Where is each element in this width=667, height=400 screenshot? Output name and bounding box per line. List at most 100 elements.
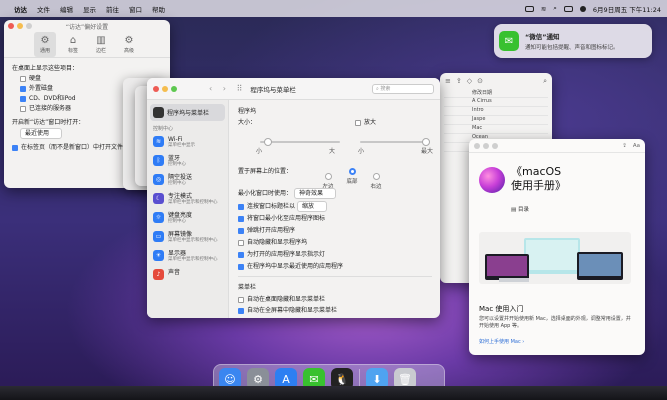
sidebar-item[interactable]: ☼ 键盘亮度 控制中心 <box>150 210 225 229</box>
sidebar-item[interactable]: ♪ 声音 <box>150 267 225 286</box>
siri-icon[interactable] <box>579 5 586 12</box>
menu-edit[interactable]: 编辑 <box>60 4 73 14</box>
more-icon[interactable]: ⊙ <box>477 77 483 85</box>
dock-icon <box>153 107 164 118</box>
open-in-tabs-checkbox[interactable] <box>12 144 18 151</box>
autohide-dock-checkbox[interactable] <box>238 239 244 246</box>
share-icon[interactable]: ⇪ <box>456 77 462 85</box>
menu-file[interactable]: 文件 <box>37 4 50 14</box>
tag-icon: ⌂ <box>69 35 77 46</box>
minimize-effect-select[interactable]: 神奇效果 <box>293 188 336 199</box>
sidebar-item-dock[interactable]: 程序坞与菜单栏 <box>150 104 225 121</box>
battery-icon[interactable] <box>524 5 534 12</box>
autohide-menubar-fullscreen-checkbox[interactable] <box>238 307 244 314</box>
minimize-button[interactable] <box>483 142 489 149</box>
menu-bar: 访达 文件 编辑 显示 前往 窗口 帮助 ≋ ⌕ 6月9日周五 下午11:24 <box>0 0 667 17</box>
list-item[interactable]: Mac <box>444 125 548 134</box>
window-title: 程序坞与菜单栏 <box>250 85 296 94</box>
search-icon[interactable]: ⌕ <box>543 77 547 86</box>
divider <box>238 276 432 277</box>
external-disks-checkbox[interactable] <box>20 85 26 92</box>
getting-started-link[interactable]: 如何上手使用 Mac › <box>479 338 524 345</box>
macos-user-guide-window: ⇪ Aa 《macOS 使用手册》 ▤ 目录 Mac 使用入门 您可以设置并开始使用… <box>469 139 645 355</box>
position-bottom-radio[interactable] <box>348 168 356 175</box>
position-left-radio[interactable] <box>324 173 332 180</box>
wifi-status-icon[interactable]: ≋ <box>541 5 546 13</box>
sound-icon: ♪ <box>153 269 164 280</box>
column-header[interactable]: 修改日期 <box>444 89 548 98</box>
sidebar-item[interactable]: ◎ 隔空投送 控制中心 <box>150 172 225 191</box>
position-right-radio[interactable] <box>372 173 380 180</box>
sidebar-item[interactable]: ᛒ 蓝牙 控制中心 <box>150 153 225 172</box>
menu-view[interactable]: 显示 <box>83 4 96 14</box>
section-description: 您可以设置并开始使用新 Mac，选择桌面的外观，调整常用设置，并开始使用 App… <box>479 316 631 329</box>
tag-icon[interactable]: ◇ <box>467 77 472 85</box>
menu-help[interactable]: 帮助 <box>152 4 165 14</box>
double-click-select[interactable]: 缩放 <box>296 201 327 212</box>
double-click-checkbox[interactable] <box>238 203 244 210</box>
macos-logo-icon <box>479 167 505 193</box>
sidebar-item[interactable]: ☀ 显示器 菜单栏中显示和控制中心 <box>150 248 225 267</box>
focus-icon: ☾ <box>153 193 164 204</box>
sidebar-section-label: 控制中心 <box>153 126 174 132</box>
size-slider-knob[interactable] <box>264 138 272 146</box>
list-item[interactable]: A Cirrus <box>444 98 548 107</box>
advanced-gear-icon: ⚙ <box>124 35 134 46</box>
notification-title: “微信”通知 <box>525 33 560 41</box>
bluetooth-icon: ᛒ <box>153 155 164 166</box>
mac-devices-illustration <box>479 232 631 284</box>
close-button[interactable] <box>153 85 159 92</box>
minimize-to-app-checkbox[interactable] <box>238 215 244 222</box>
back-forward-icon[interactable]: ‹ › ⠿ <box>209 84 246 93</box>
tab-advanced[interactable]: ⚙ 高级 <box>118 32 140 57</box>
menu-go[interactable]: 前往 <box>106 4 119 14</box>
animate-opening-checkbox[interactable] <box>238 227 244 234</box>
close-button[interactable] <box>474 142 480 149</box>
dock-section-title: 程序坞 <box>238 108 257 115</box>
search-icon[interactable]: ⌕ <box>553 4 557 13</box>
airdrop-icon: ◎ <box>153 174 164 185</box>
sidebar-item[interactable]: ≋ Wi-Fi 菜单栏中显示 <box>150 134 225 153</box>
position-label: 置于屏幕上的位置： <box>238 168 293 175</box>
zoom-button[interactable] <box>492 142 498 149</box>
close-button[interactable] <box>8 23 14 29</box>
wechat-notification[interactable]: ✉ “微信”通知 通知可能包括提醒、声音和图标标记。 <box>494 24 652 58</box>
show-indicators-checkbox[interactable] <box>238 251 244 258</box>
tab-sidebar[interactable]: ▥ 边栏 <box>90 32 112 57</box>
list-item[interactable]: Intro <box>444 107 548 116</box>
minimize-button[interactable] <box>17 23 23 29</box>
zoom-button[interactable] <box>26 23 32 29</box>
magnification-slider[interactable] <box>360 138 430 146</box>
menubar-section-title: 菜单栏 <box>238 284 257 291</box>
autohide-menubar-desktop-checkbox[interactable] <box>238 296 244 303</box>
control-center-icon[interactable] <box>563 5 573 12</box>
list-view-icon[interactable]: ≡ <box>445 77 451 85</box>
size-slider[interactable] <box>260 138 340 146</box>
zoom-button[interactable] <box>171 85 177 92</box>
cd-dvd-ipod-checkbox[interactable] <box>20 95 26 102</box>
magnification-slider-knob[interactable] <box>422 138 430 146</box>
minimize-button[interactable] <box>162 85 168 92</box>
wifi-icon: ≋ <box>153 136 164 147</box>
show-recent-apps-checkbox[interactable] <box>238 263 244 270</box>
sidebar-item[interactable]: ▭ 屏幕镜像 菜单栏中显示和控制中心 <box>150 229 225 248</box>
magnification-checkbox[interactable] <box>355 119 361 126</box>
toc-link[interactable]: ▤ 目录 <box>511 205 529 213</box>
tab-general[interactable]: ⚙ 通用 <box>34 32 56 57</box>
menubar-clock[interactable]: 6月9日周五 下午11:24 <box>593 4 661 14</box>
hard-disks-checkbox[interactable] <box>20 75 26 82</box>
list-item[interactable]: Jaspe <box>444 116 548 125</box>
connected-servers-checkbox[interactable] <box>20 105 26 112</box>
font-size-icon[interactable]: Aa <box>633 143 640 149</box>
mag-max-label: 最大 <box>421 148 434 155</box>
share-icon[interactable]: ⇪ <box>622 143 627 149</box>
keyboard-brightness-icon: ☼ <box>153 212 164 223</box>
new-window-select[interactable]: 最近使用 <box>20 128 63 139</box>
tab-tags[interactable]: ⌂ 标签 <box>62 32 84 57</box>
menu-finder[interactable]: 访达 <box>14 4 27 14</box>
menu-window[interactable]: 窗口 <box>129 4 142 14</box>
search-field[interactable]: ⌕ 搜索 <box>372 83 434 94</box>
sidebar-item[interactable]: ☾ 专注模式 菜单栏中显示和控制中心 <box>150 191 225 210</box>
section-heading: Mac 使用入门 <box>479 305 524 313</box>
size-label: 大小： <box>238 119 257 126</box>
